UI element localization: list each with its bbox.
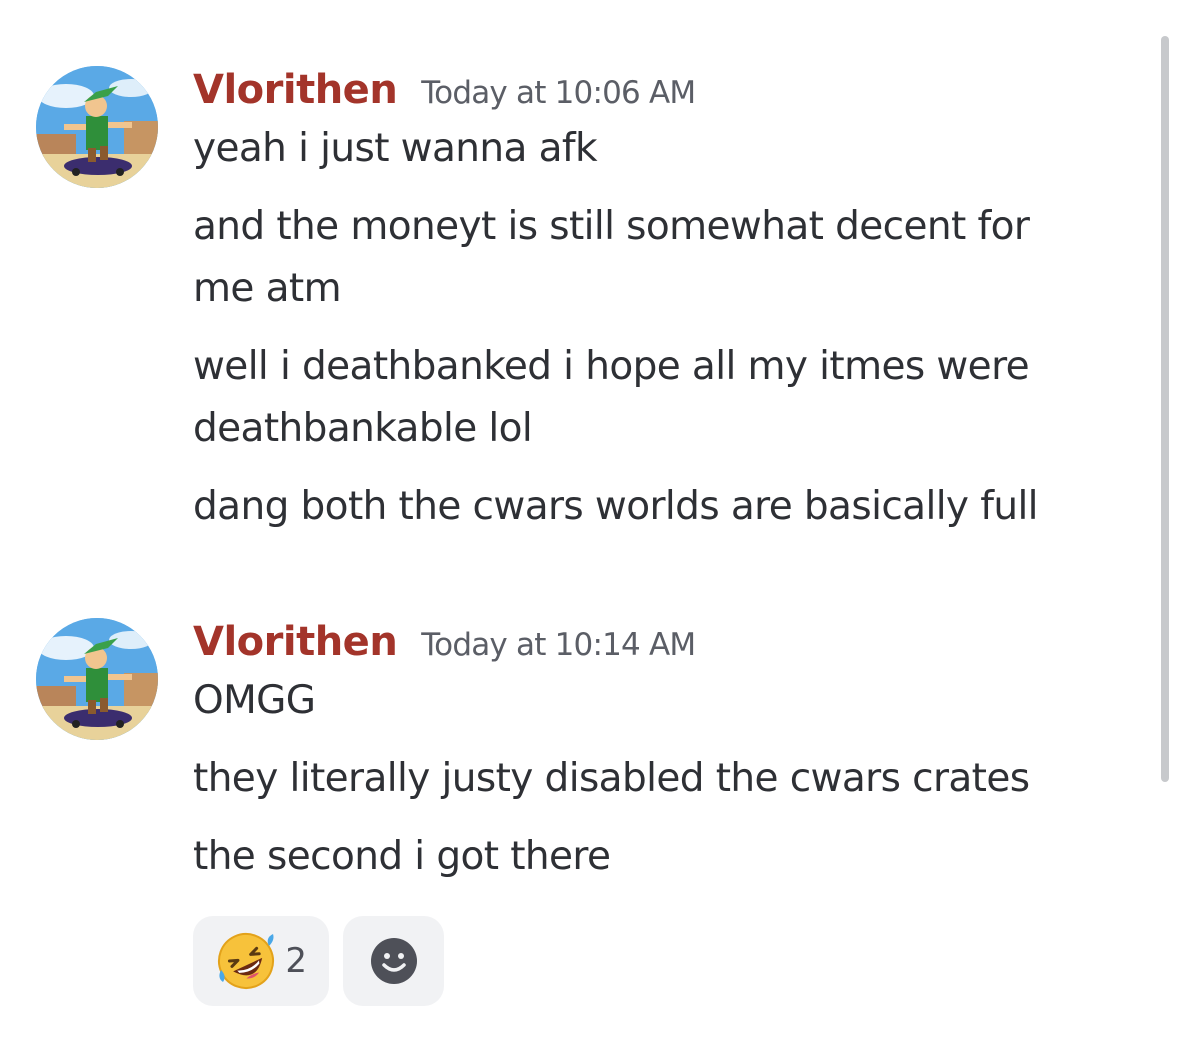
message-text: dang both the cwars worlds are basically… <box>193 484 1039 529</box>
message-text: me atm <box>193 266 342 311</box>
username[interactable]: Vlorithen <box>193 62 398 118</box>
message-header: Vlorithen Today at 10:14 AM <box>193 614 1123 672</box>
message-text: the second i got there <box>193 834 611 879</box>
reactions-bar: 2 <box>193 916 444 1006</box>
message-header: Vlorithen Today at 10:06 AM <box>193 62 1123 120</box>
username[interactable]: Vlorithen <box>193 614 398 670</box>
chat-messages: Vlorithen Today at 10:06 AM yeah i just … <box>0 0 1150 1062</box>
message-text: deathbankable lol <box>193 406 533 451</box>
message-text: and the moneyt is still somewhat decent … <box>193 204 1030 249</box>
avatar-image <box>36 66 158 188</box>
message-text: yeah i just wanna afk <box>193 126 598 171</box>
scrollbar[interactable] <box>1161 36 1169 782</box>
message-content: Vlorithen Today at 10:14 AM OMGG they li… <box>193 614 1123 888</box>
add-reaction-smiley-icon <box>370 938 417 984</box>
add-reaction-button[interactable] <box>343 916 444 1006</box>
message-content: Vlorithen Today at 10:06 AM yeah i just … <box>193 62 1123 538</box>
avatar-image <box>36 618 158 740</box>
reaction-count: 2 <box>285 941 307 981</box>
timestamp[interactable]: Today at 10:06 AM <box>421 65 696 121</box>
avatar[interactable] <box>36 618 158 740</box>
avatar[interactable] <box>36 66 158 188</box>
reaction-laugh-button[interactable]: 2 <box>193 916 329 1006</box>
rolling-on-floor-laughing-icon <box>218 933 274 989</box>
message-text: they literally justy disabled the cwars … <box>193 756 1030 801</box>
timestamp[interactable]: Today at 10:14 AM <box>421 617 696 673</box>
message-text: well i deathbanked i hope all my itmes w… <box>193 344 1030 389</box>
message-text: OMGG <box>193 678 316 723</box>
